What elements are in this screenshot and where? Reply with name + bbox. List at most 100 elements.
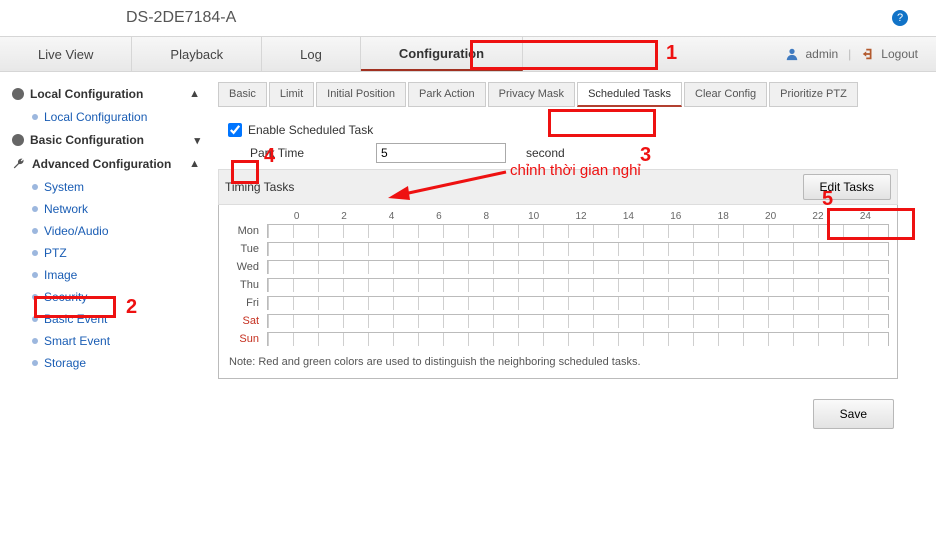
sidebar-label-advanced: Advanced Configuration <box>32 157 171 171</box>
bullet-icon <box>32 114 38 120</box>
tab-configuration[interactable]: Configuration <box>361 37 523 71</box>
user-name: admin <box>805 47 838 61</box>
sidebar-item-basic-event[interactable]: Basic Event <box>6 308 206 330</box>
wrench-icon <box>12 157 26 171</box>
sidebar-item-label: Local Configuration <box>44 110 147 124</box>
subtab-basic[interactable]: Basic <box>218 82 267 107</box>
bullet-icon <box>32 360 38 366</box>
day-bar-sat[interactable] <box>267 314 889 328</box>
bullet-icon <box>32 250 38 256</box>
edit-tasks-button[interactable]: Edit Tasks <box>803 174 891 200</box>
sidebar-item-system[interactable]: System <box>6 176 206 198</box>
tab-log[interactable]: Log <box>262 37 361 71</box>
hour-tick: 24 <box>842 211 889 222</box>
top-nav: Live View Playback Log Configuration adm… <box>0 36 936 72</box>
sidebar-label-basic: Basic Configuration <box>30 133 144 147</box>
sidebar-section-basic[interactable]: Basic Configuration ▾ <box>6 128 206 152</box>
chevron-up-icon: ▲ <box>189 88 200 100</box>
day-bar-wed[interactable] <box>267 260 889 274</box>
sidebar-item-label: Smart Event <box>44 334 110 348</box>
sidebar-item-local-cfg[interactable]: Local Configuration <box>6 106 206 128</box>
subtab-privacy-mask[interactable]: Privacy Mask <box>488 82 575 107</box>
hour-tick: 8 <box>463 211 510 222</box>
day-fri: Fri <box>227 297 267 309</box>
title-bar: DS-2DE7184-A <box>0 0 936 36</box>
day-bar-sun[interactable] <box>267 332 889 346</box>
hour-scale: 024681012141618202224 <box>273 211 889 222</box>
anno-text-arrow: chỉnh thời gian nghỉ <box>510 162 641 179</box>
bullet-icon <box>32 228 38 234</box>
chevron-down-icon: ▾ <box>194 134 200 147</box>
sidebar-item-label: Basic Event <box>44 312 107 326</box>
content-pane: Basic Limit Initial Position Park Action… <box>210 72 936 536</box>
sidebar-label-local: Local Configuration <box>30 87 143 101</box>
day-bar-thu[interactable] <box>267 278 889 292</box>
help-icon[interactable]: ? <box>892 10 908 26</box>
bullet-icon <box>32 338 38 344</box>
hour-tick: 20 <box>747 211 794 222</box>
hour-tick: 10 <box>510 211 557 222</box>
sidebar-item-storage[interactable]: Storage <box>6 352 206 374</box>
logout-link[interactable]: Logout <box>881 47 918 61</box>
bullet-icon <box>32 294 38 300</box>
timing-tasks-label: Timing Tasks <box>225 180 294 194</box>
sidebar-item-video-audio[interactable]: Video/Audio <box>6 220 206 242</box>
day-thu: Thu <box>227 279 267 291</box>
sidebar-item-label: System <box>44 180 84 194</box>
sidebar-item-label: Security <box>44 290 87 304</box>
gear-icon <box>12 88 24 100</box>
sidebar-item-label: PTZ <box>44 246 67 260</box>
gear-icon <box>12 134 24 146</box>
day-bar-fri[interactable] <box>267 296 889 310</box>
user-sep: | <box>848 47 851 61</box>
hour-tick: 4 <box>368 211 415 222</box>
subtab-limit[interactable]: Limit <box>269 82 314 107</box>
sidebar-item-smart-event[interactable]: Smart Event <box>6 330 206 352</box>
user-icon <box>785 47 799 61</box>
device-model: DS-2DE7184-A <box>126 9 236 27</box>
sidebar-section-local[interactable]: Local Configuration ▲ <box>6 82 206 106</box>
anno-num-1: 1 <box>666 42 677 65</box>
user-area: admin | Logout <box>785 37 936 71</box>
subtab-prioritize-ptz[interactable]: Prioritize PTZ <box>769 82 858 107</box>
hour-tick: 6 <box>415 211 462 222</box>
subtab-initial-position[interactable]: Initial Position <box>316 82 406 107</box>
subtab-park-action[interactable]: Park Action <box>408 82 486 107</box>
save-button[interactable]: Save <box>813 399 894 429</box>
sidebar-item-security[interactable]: Security <box>6 286 206 308</box>
day-bar-tue[interactable] <box>267 242 889 256</box>
tab-live-view[interactable]: Live View <box>0 37 132 71</box>
hour-tick: 22 <box>794 211 841 222</box>
subtab-clear-config[interactable]: Clear Config <box>684 82 767 107</box>
sidebar-section-advanced[interactable]: Advanced Configuration ▲ <box>6 152 206 176</box>
schedule-note: Note: Red and green colors are used to d… <box>229 356 887 368</box>
day-tue: Tue <box>227 243 267 255</box>
bullet-icon <box>32 184 38 190</box>
hour-tick: 14 <box>605 211 652 222</box>
enable-scheduled-task-checkbox[interactable] <box>228 123 242 137</box>
hour-tick: 18 <box>700 211 747 222</box>
hour-tick: 12 <box>557 211 604 222</box>
day-sat: Sat <box>227 315 267 327</box>
day-bar-mon[interactable] <box>267 224 889 238</box>
day-mon: Mon <box>227 225 267 237</box>
day-sun: Sun <box>227 333 267 345</box>
subtab-scheduled-tasks[interactable]: Scheduled Tasks <box>577 82 682 107</box>
anno-num-3: 3 <box>640 144 651 167</box>
arrow-icon <box>388 168 508 202</box>
schedule-grid: 024681012141618202224 Mon Tue Wed Thu Fr… <box>218 205 898 379</box>
anno-num-4: 4 <box>264 145 275 168</box>
logout-icon <box>861 47 875 61</box>
park-time-unit: second <box>526 146 565 160</box>
sidebar-item-label: Video/Audio <box>44 224 109 238</box>
sidebar-item-network[interactable]: Network <box>6 198 206 220</box>
sidebar-item-ptz[interactable]: PTZ <box>6 242 206 264</box>
hour-tick: 16 <box>652 211 699 222</box>
bullet-icon <box>32 206 38 212</box>
hour-tick: 0 <box>273 211 320 222</box>
anno-num-5: 5 <box>822 188 833 211</box>
tab-playback[interactable]: Playback <box>132 37 262 71</box>
day-wed: Wed <box>227 261 267 273</box>
park-time-input[interactable] <box>376 143 506 163</box>
sidebar-item-image[interactable]: Image <box>6 264 206 286</box>
